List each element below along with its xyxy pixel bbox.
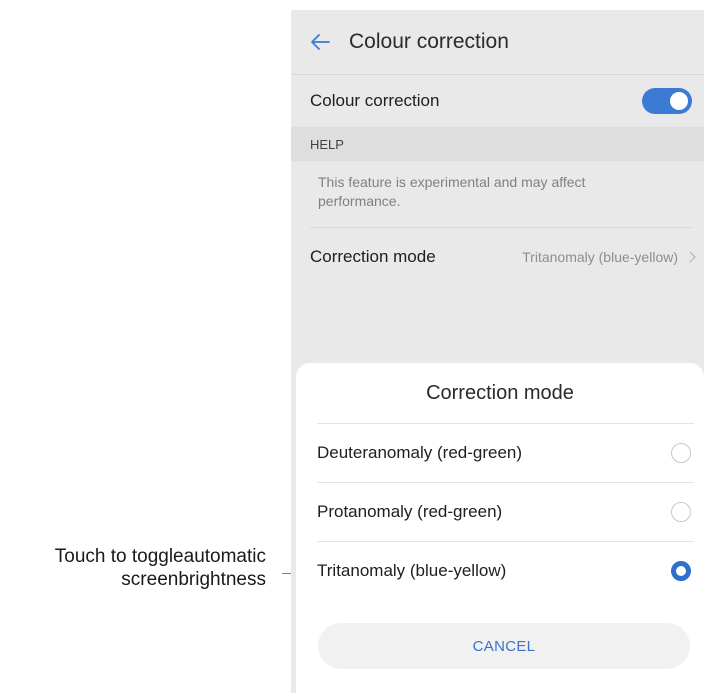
colour-correction-label: Colour correction xyxy=(310,91,440,110)
option-protanomaly[interactable]: Protanomaly (red-green) xyxy=(317,482,694,541)
radio-unselected-icon[interactable] xyxy=(671,502,691,522)
radio-unselected-icon[interactable] xyxy=(671,443,691,463)
cancel-button[interactable]: CANCEL xyxy=(318,623,690,669)
annotation-callout: Touch to toggleautomatic screenbrightnes… xyxy=(10,545,266,591)
page-title: Colour correction xyxy=(349,30,509,53)
arrow-left-icon[interactable] xyxy=(291,10,349,74)
option-tritanomaly[interactable]: Tritanomaly (blue-yellow) xyxy=(317,541,694,600)
correction-mode-value: Tritanomaly (blue-yellow) xyxy=(522,249,678,265)
phone-screen: Colour correction Colour correction HELP… xyxy=(291,10,704,693)
chevron-right-icon xyxy=(684,251,696,263)
option-deuteranomaly[interactable]: Deuteranomaly (red-green) xyxy=(317,423,694,482)
annotation-line-1: Touch to toggleautomatic xyxy=(54,546,266,567)
correction-mode-value-group: Tritanomaly (blue-yellow) xyxy=(522,249,696,265)
help-section-header: HELP xyxy=(291,127,704,161)
colour-correction-toggle[interactable] xyxy=(642,88,692,114)
colour-correction-row[interactable]: Colour correction xyxy=(291,74,704,127)
correction-mode-dialog: Correction mode Deuteranomaly (red-green… xyxy=(296,363,704,693)
help-text: This feature is experimental and may aff… xyxy=(310,161,692,228)
correction-mode-label: Correction mode xyxy=(310,247,436,266)
toggle-knob xyxy=(670,92,688,110)
correction-mode-row[interactable]: Correction mode Tritanomaly (blue-yellow… xyxy=(291,228,704,286)
option-label: Deuteranomaly (red-green) xyxy=(317,443,523,462)
option-label: Tritanomaly (blue-yellow) xyxy=(317,561,507,580)
annotation-line-2: screenbrightness xyxy=(121,569,266,590)
dialog-title: Correction mode xyxy=(426,381,574,404)
option-label: Protanomaly (red-green) xyxy=(317,502,503,521)
radio-selected-icon[interactable] xyxy=(671,561,691,581)
stage: Touch to toggleautomatic screenbrightnes… xyxy=(0,0,704,693)
app-bar: Colour correction xyxy=(291,10,704,74)
